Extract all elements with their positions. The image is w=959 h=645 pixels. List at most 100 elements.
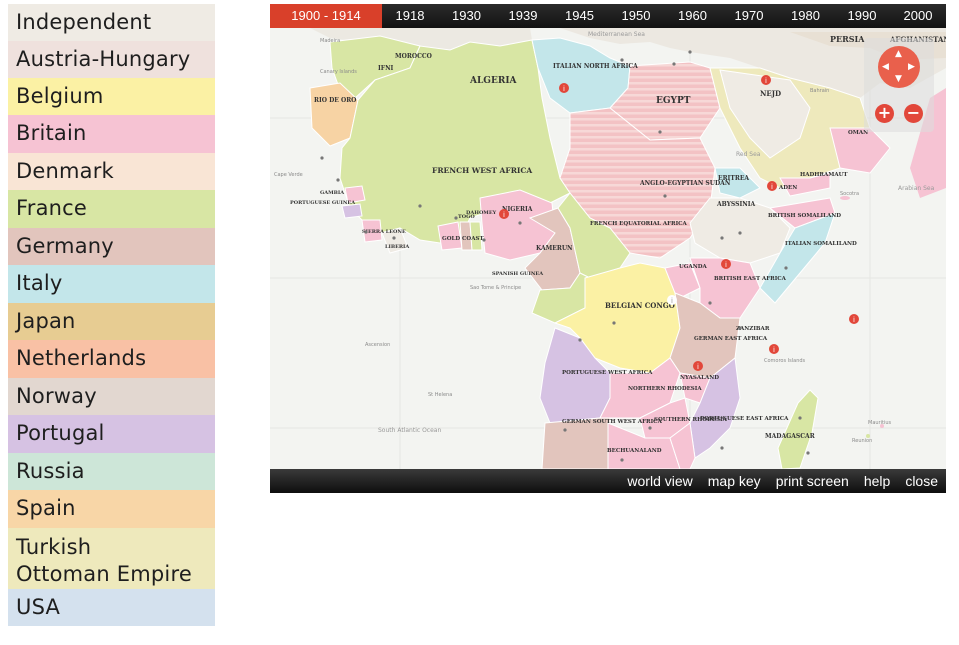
timeline-1945[interactable]: 1945 — [551, 4, 608, 28]
svg-text:i: i — [853, 316, 855, 324]
pan-down-arrow-icon[interactable]: ▼ — [895, 75, 902, 84]
legend-item-turkish-ottoman-empire: Turkish Ottoman Empire — [8, 528, 215, 589]
label-ifni: IFNI — [378, 65, 394, 72]
print-screen-button[interactable]: print screen — [776, 473, 849, 489]
label-bechuanaland: BECHUANALAND — [607, 448, 662, 454]
info-marker[interactable]: i — [499, 209, 509, 219]
map-footer-toolbar: world view map key print screen help clo… — [270, 469, 946, 493]
label-italian-somaliland: ITALIAN SOMALILAND — [785, 241, 857, 247]
timeline-1970[interactable]: 1970 — [721, 4, 777, 28]
label-portuguese-east-africa: PORTUGUESE EAST AFRICA — [700, 416, 789, 422]
timeline-1990[interactable]: 1990 — [834, 4, 890, 28]
portuguese-guinea-region — [341, 203, 363, 219]
info-marker[interactable]: i — [761, 75, 771, 85]
timeline-1939[interactable]: 1939 — [495, 4, 551, 28]
label-kamerun: KAMERUN — [536, 245, 573, 252]
label-cape-verde: Cape Verde — [274, 172, 303, 178]
label-mauritius: Mauritius — [868, 420, 892, 426]
pan-left-arrow-icon[interactable]: ◀ — [882, 63, 889, 72]
legend-item-norway: Norway — [8, 378, 215, 415]
label-algeria: ALGERIA — [469, 76, 518, 86]
map-key-button[interactable]: map key — [708, 473, 761, 489]
svg-text:i: i — [773, 346, 775, 354]
label-northern-rhodesia: NORTHERN RHODESIA — [628, 386, 702, 392]
label-eritrea: ERITREA — [718, 175, 749, 182]
timeline-1900-1914[interactable]: 1900 - 1914 — [270, 4, 382, 34]
timeline-1950[interactable]: 1950 — [608, 4, 664, 28]
label-gold-coast: GOLD COAST — [442, 236, 484, 242]
legend-item-belgium: Belgium — [8, 78, 215, 115]
label-persia: PERSIA — [830, 34, 865, 44]
help-button[interactable]: help — [864, 473, 890, 489]
label-rio-de-oro: RIO DE ORO — [314, 97, 356, 104]
legend-item-independent: Independent — [8, 4, 215, 41]
label-red-sea: Red Sea — [736, 151, 761, 158]
label-madagascar: MADAGASCAR — [765, 433, 816, 440]
legend-item-russia: Russia — [8, 453, 215, 490]
info-marker[interactable]: i — [769, 344, 779, 354]
label-italian-north-africa: ITALIAN NORTH AFRICA — [553, 63, 638, 70]
info-marker[interactable]: i — [721, 259, 731, 269]
legend-item-britain: Britain — [8, 115, 215, 153]
info-marker[interactable]: i — [849, 314, 859, 324]
german-south-west-africa-region — [541, 417, 611, 469]
label-german-east-africa: GERMAN EAST AFRICA — [694, 336, 768, 342]
zoom-out-button[interactable]: − — [904, 104, 923, 123]
svg-text:i: i — [671, 297, 673, 305]
label-portuguese-guinea: PORTUGUESE GUINEA — [290, 200, 355, 206]
legend-item-denmark: Denmark — [8, 153, 215, 190]
info-marker[interactable]: i — [667, 295, 677, 305]
svg-text:i: i — [725, 261, 727, 269]
label-hadhramaut: HADHRAMAUT — [800, 172, 848, 178]
label-german-south-west-africa: GERMAN SOUTH WEST AFRICA — [562, 419, 663, 425]
timeline-1960[interactable]: 1960 — [664, 4, 721, 28]
label-dahomey: DAHOMEY — [466, 210, 497, 216]
zoom-in-button[interactable]: + — [875, 104, 894, 123]
label-bahrain: Bahrain — [810, 88, 829, 94]
historical-map-viewer: 1900 - 1914 1918 1930 1939 1945 1950 196… — [270, 4, 946, 493]
label-british-east-africa: BRITISH EAST AFRICA — [714, 276, 787, 282]
info-marker[interactable]: i — [767, 181, 777, 191]
label-aden: ADEN — [778, 185, 797, 191]
legend-item-portugal: Portugal — [8, 415, 215, 453]
timeline-2000[interactable]: 2000 — [890, 4, 946, 28]
svg-text:i: i — [771, 183, 773, 191]
svg-text:i: i — [503, 211, 505, 219]
info-marker[interactable]: i — [693, 361, 703, 371]
info-marker[interactable]: i — [559, 83, 569, 93]
svg-text:i: i — [765, 77, 767, 85]
pan-right-arrow-icon[interactable]: ▶ — [908, 63, 915, 72]
svg-text:i: i — [697, 363, 699, 371]
label-socotra: Socotra — [840, 191, 859, 197]
world-view-button[interactable]: world view — [627, 473, 692, 489]
label-french-west-africa: FRENCH WEST AFRICA — [432, 166, 532, 175]
label-spanish-guinea: SPANISH GUINEA — [492, 271, 543, 277]
navigation-panel: ▲ ▼ ◀ ▶ + − — [864, 38, 934, 132]
label-nyasaland: NYASALAND — [680, 375, 719, 381]
label-french-equatorial-africa: FRENCH EQUATORIAL AFRICA — [590, 221, 688, 227]
label-liberia: LIBERIA — [385, 244, 409, 250]
legend-item-germany: Germany — [8, 228, 215, 265]
pan-up-arrow-icon[interactable]: ▲ — [895, 50, 902, 59]
label-gambia: GAMBIA — [320, 190, 344, 196]
legend-item-france: France — [8, 190, 215, 228]
timeline-1980[interactable]: 1980 — [777, 4, 834, 28]
legend-item-label-line1: Turkish — [16, 535, 92, 559]
label-reunion: Reunion — [852, 438, 872, 444]
legend-item-netherlands: Netherlands — [8, 340, 215, 378]
label-comoros: Comoros Islands — [764, 358, 806, 364]
close-button[interactable]: close — [905, 473, 938, 489]
label-sao-tome: Sao Tome & Principe — [470, 285, 521, 291]
pan-compass-icon[interactable]: ▲ ▼ ◀ ▶ — [878, 46, 920, 88]
map-key-legend: Independent Austria-Hungary Belgium Brit… — [8, 4, 215, 626]
label-south-atlantic: South Atlantic Ocean — [378, 427, 441, 434]
label-egypt: EGYPT — [656, 96, 691, 106]
label-british-somaliland: BRITISH SOMALILAND — [768, 213, 841, 219]
label-arabian-sea: Arabian Sea — [898, 185, 935, 192]
label-portuguese-west-africa: PORTUGUESE WEST AFRICA — [562, 370, 653, 376]
map-canvas[interactable]: ALGERIA MOROCCO IFNI RIO DE ORO FRENCH W… — [270, 28, 946, 469]
timeline-1930[interactable]: 1930 — [438, 4, 495, 28]
timeline-1918[interactable]: 1918 — [382, 4, 438, 28]
label-uganda: UGANDA — [679, 264, 708, 270]
label-madeira: Madeira — [320, 38, 340, 44]
